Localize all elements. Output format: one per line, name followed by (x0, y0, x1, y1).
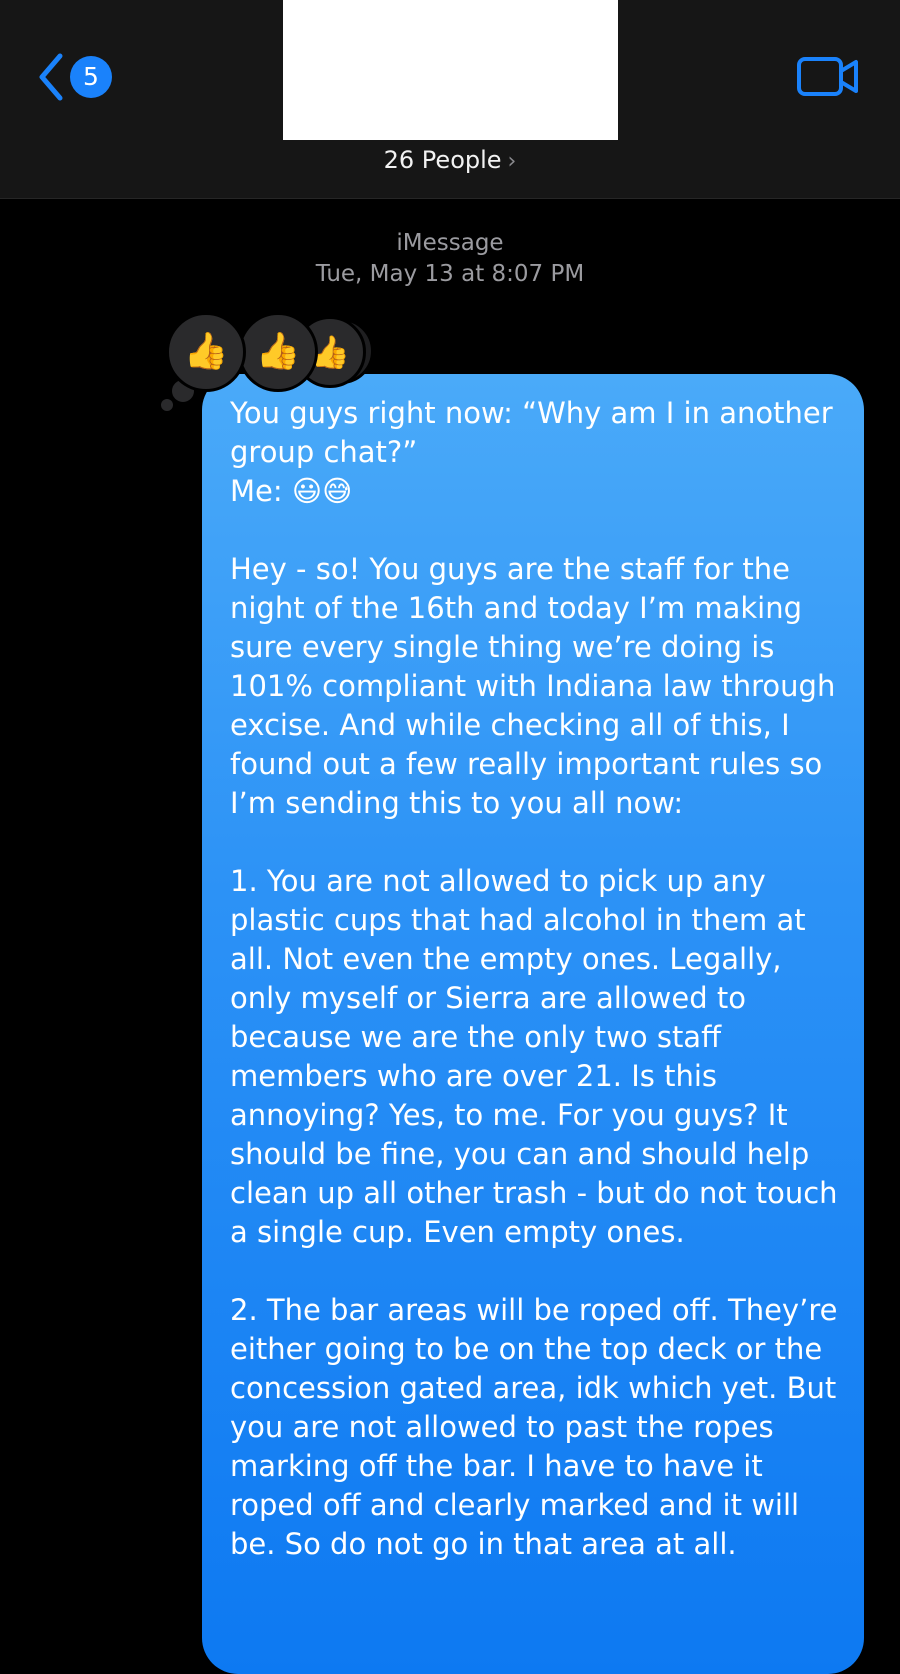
video-camera-icon (797, 57, 858, 96)
thumbs-up-reaction-icon: 👍 (238, 312, 318, 392)
redacted-group-avatar (283, 0, 618, 140)
unread-count-badge: 5 (70, 56, 112, 98)
back-button[interactable]: 5 (34, 50, 124, 104)
thread-timestamp: iMessage Tue, May 13 at 8:07 PM (0, 228, 900, 290)
chevron-left-icon (39, 53, 63, 101)
group-members-label: 26 People (383, 146, 502, 174)
chevron-right-icon: › (507, 149, 517, 174)
date-label: Tue, May 13 at 8:07 PM (315, 261, 585, 287)
conversation-header: 5 26 People › (0, 0, 900, 199)
message-text: You guys right now: “Why am I in another… (230, 396, 838, 1561)
facetime-video-button[interactable] (796, 54, 860, 100)
tapback-reactions[interactable]: 👍 👍 👍 (158, 312, 378, 412)
reaction-tail-dot (161, 399, 173, 411)
group-members-link[interactable]: 26 People › (0, 146, 900, 174)
thumbs-up-reaction-icon: 👍 (166, 312, 246, 392)
sent-message-bubble[interactable]: You guys right now: “Why am I in another… (202, 374, 864, 1674)
service-label: iMessage (396, 230, 504, 256)
